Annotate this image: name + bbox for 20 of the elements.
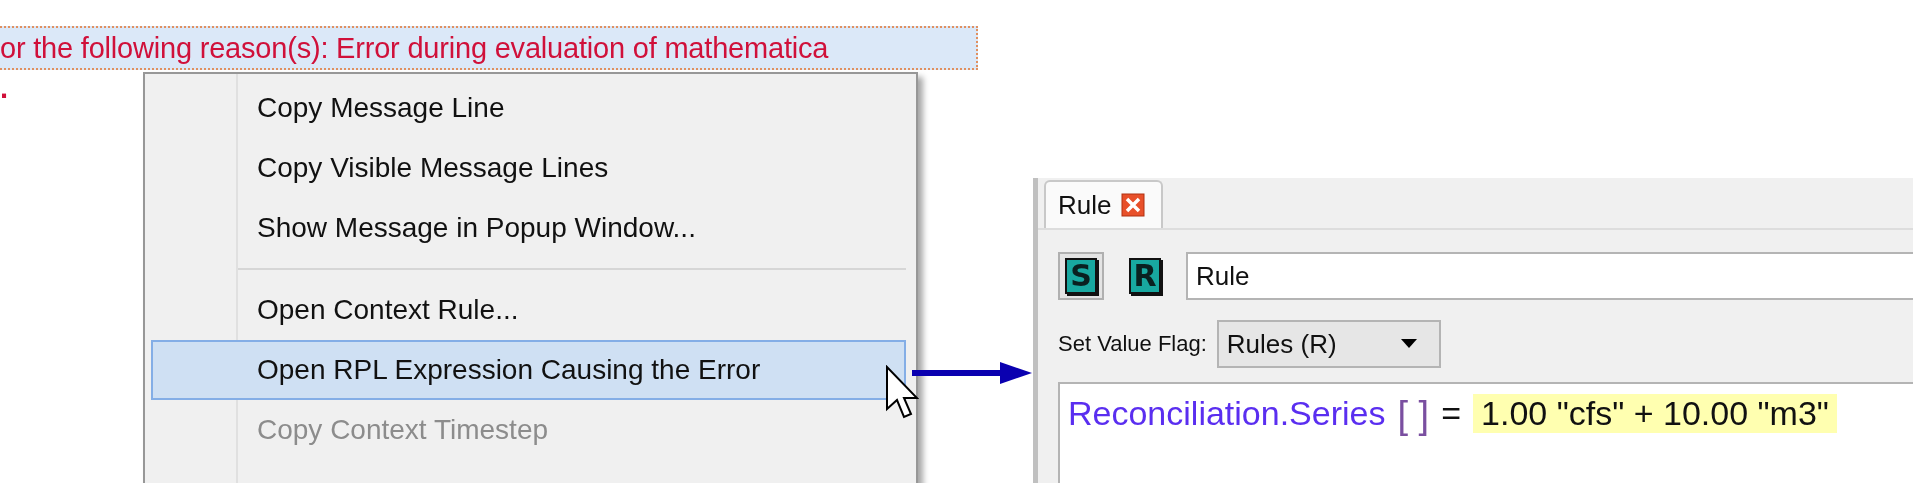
dropdown-caret-icon	[1400, 339, 1417, 349]
menu-item[interactable]: Open Context Rule...	[151, 280, 906, 340]
brackets: [ ]	[1397, 394, 1430, 437]
menu-item[interactable]: Copy Message Line	[151, 78, 906, 138]
close-icon[interactable]	[1121, 193, 1146, 217]
error-message-continuation: .	[0, 74, 10, 103]
series-slot: Reconciliation.Series	[1068, 394, 1386, 433]
equals-operator: =	[1441, 394, 1462, 433]
rule-tab[interactable]: Rule	[1044, 180, 1164, 228]
expression-editor[interactable]: Reconciliation.Series [ ] = 1.00 "cfs" + 10.00 "m3"	[1058, 382, 1913, 483]
name-field[interactable]: Rule	[1186, 252, 1913, 300]
menu-item[interactable]: Show Message in Popup Window...	[151, 198, 906, 258]
menu-item[interactable]: Open RPL Expression Causing the Error	[151, 340, 906, 400]
set-value-flag-dropdown[interactable]: Rules (R)	[1216, 320, 1441, 368]
error-message: or the following reason(s): Error during evaluation of mathematica	[0, 31, 829, 65]
tool-button[interactable]: S	[1058, 252, 1104, 300]
menu-item[interactable]: Copy Visible Message Lines	[151, 138, 906, 198]
mouse-pointer-icon	[885, 365, 919, 421]
set-value-flag-label: Set Value Flag:	[1058, 331, 1207, 357]
expression-value: 1.00 "cfs" + 10.00 "m3"	[1473, 394, 1837, 433]
